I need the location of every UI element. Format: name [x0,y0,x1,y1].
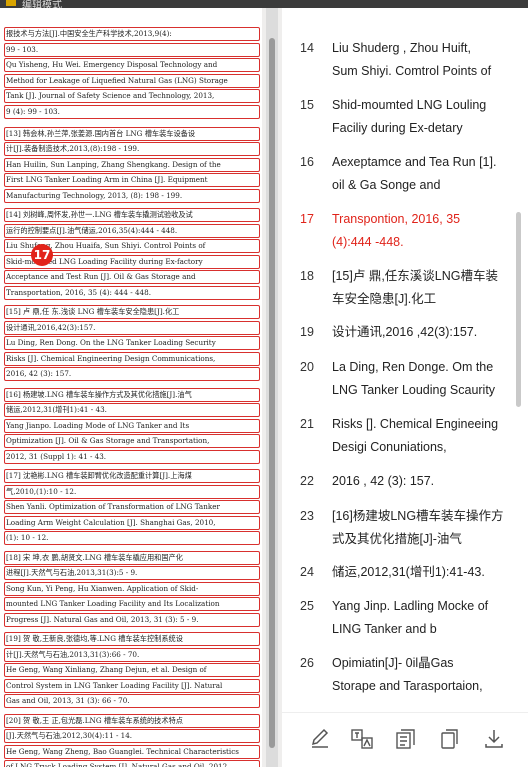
row-text: 储运,2012,31(增刊1):41-43. [332,565,485,579]
row-text: La Ding, Ren Donge. Om the [332,360,494,374]
row-number: 26 [300,656,314,670]
row-text: Opimiatin[J]- 0il晶Gas [332,656,454,670]
row-text: 2016 , 42 (3): 157. [332,474,435,488]
row-text: [15]卢 鼎,任东溪谈LNG槽车装 [332,269,498,283]
row-number: 17 [300,212,314,226]
ocr-region-box[interactable] [4,403,260,417]
ocr-region-box[interactable] [4,42,260,57]
edit-button[interactable] [308,727,332,751]
ocr-scrollbar-thumb[interactable] [516,212,521,407]
ocr-region-box[interactable] [4,678,260,693]
row-number: 15 [300,98,314,112]
ocr-region-box[interactable] [4,387,260,402]
row-text: LNG Tanker Louding Scaurity [332,383,496,397]
row-text: 车安全隐患[J].化工 [332,292,437,306]
copy-text-button[interactable] [394,727,418,751]
ocr-region-box[interactable] [4,434,260,448]
document-page: 报技术与方法[J].中国安全生产科学技术,2013,9(4): 99 - 103.… [0,8,262,767]
row-text: (4):444 -448. [332,235,404,249]
ocr-region-box[interactable] [4,760,260,767]
row-text: Aexeptamce and Tea Run [1]. [332,155,497,169]
ocr-region-box[interactable] [4,612,260,627]
selected-region-marker[interactable]: 17 [31,244,53,266]
row-text: Liu Shuderg , Zhou Huift, [332,41,471,55]
ocr-region-box[interactable] [4,515,260,530]
ocr-region-box[interactable] [4,500,260,514]
ocr-region-box[interactable] [4,581,260,596]
ocr-region-box[interactable] [4,744,260,759]
ocr-region-box[interactable] [4,27,260,41]
row-text: Desigi Conuniations, [332,440,447,454]
row-number: 18 [300,269,314,283]
download-icon [485,730,503,748]
copy-button[interactable] [438,727,462,751]
ocr-region-box[interactable] [4,484,260,499]
row-text: 设计通讯,2016 ,42(3):157. [332,325,478,339]
row-text: Storape and Tarasportaion, [332,679,483,693]
row-text: LING Tanker and b [332,622,437,636]
ocr-region-box[interactable] [4,58,260,72]
document-scrollbar-thumb[interactable] [269,38,275,748]
row-number: 22 [300,474,314,488]
row-text: Shid-moumted LNG Louling [332,98,487,112]
copy-text-icon [396,729,415,749]
ocr-region-box[interactable] [4,208,260,222]
ocr-region-box[interactable] [4,142,260,156]
row-text: Faciliy during Ex-detary [332,121,463,135]
ocr-region-box[interactable] [4,157,260,172]
window-titlebar: 编辑模式 [0,0,528,11]
row-text: Transpontion, 2016, 35 [332,212,461,226]
download-button[interactable] [482,727,506,751]
ocr-region-box[interactable] [4,320,260,335]
ocr-region-box[interactable] [4,729,260,743]
ocr-region-box[interactable] [4,104,260,119]
ocr-region-box[interactable] [4,89,260,103]
row-number: 16 [300,155,314,169]
edit-icon [311,728,329,748]
ocr-region-box[interactable] [4,566,260,580]
bottom-toolbar [282,712,528,768]
row-text: 式及其优化措施[J]-油气 [332,532,462,546]
ocr-region-box[interactable] [4,597,260,611]
row-number: 19 [300,325,314,339]
row-number: 23 [300,509,314,523]
ocr-region-box[interactable] [4,449,260,464]
ocr-region-box[interactable] [4,173,260,187]
row-text: Yang Jinp. Ladling Mocke of [332,599,489,613]
ocr-region-box[interactable] [4,550,260,565]
row-number: 24 [300,565,314,579]
source-image-pane: 报技术与方法[J].中国安全生产科学技术,2013,9(4): 99 - 103.… [0,8,282,767]
ocr-region-box[interactable] [4,694,260,708]
ocr-region-box[interactable] [4,713,260,728]
row-number: 21 [300,417,314,431]
ocr-region-box[interactable] [4,647,260,662]
ocr-region-box[interactable] [4,126,260,141]
copy-icon [441,729,458,749]
ocr-region-box[interactable] [4,663,260,677]
row-text: [16]杨建坡LNG槽车装车操作方 [332,509,504,523]
app-icon [6,0,16,6]
translate-button[interactable] [350,727,374,751]
row-number: 14 [300,41,314,55]
ocr-region-box[interactable] [4,285,260,300]
row-number: 25 [300,599,314,613]
ocr-region-box[interactable] [4,223,260,238]
ocr-region-box[interactable] [4,351,260,366]
ocr-region-box[interactable] [4,469,260,483]
ocr-region-box[interactable] [4,188,260,203]
row-text: oil & Ga Songe and [332,178,441,192]
ocr-region-box[interactable] [4,305,260,319]
ocr-region-box[interactable] [4,531,260,545]
ocr-region-box[interactable] [4,73,260,88]
ocr-region-box[interactable] [4,336,260,350]
translate-icon [351,729,373,749]
ocr-region-box[interactable] [4,632,260,646]
row-text: Sum Shiyi. Comtrol Points of [332,64,492,78]
ocr-region-box[interactable] [4,418,260,433]
row-number: 20 [300,360,314,374]
row-text: Risks []. Chemical Engineeing [332,417,499,431]
ocr-region-box[interactable] [4,270,260,284]
ocr-region-box[interactable] [4,367,260,381]
